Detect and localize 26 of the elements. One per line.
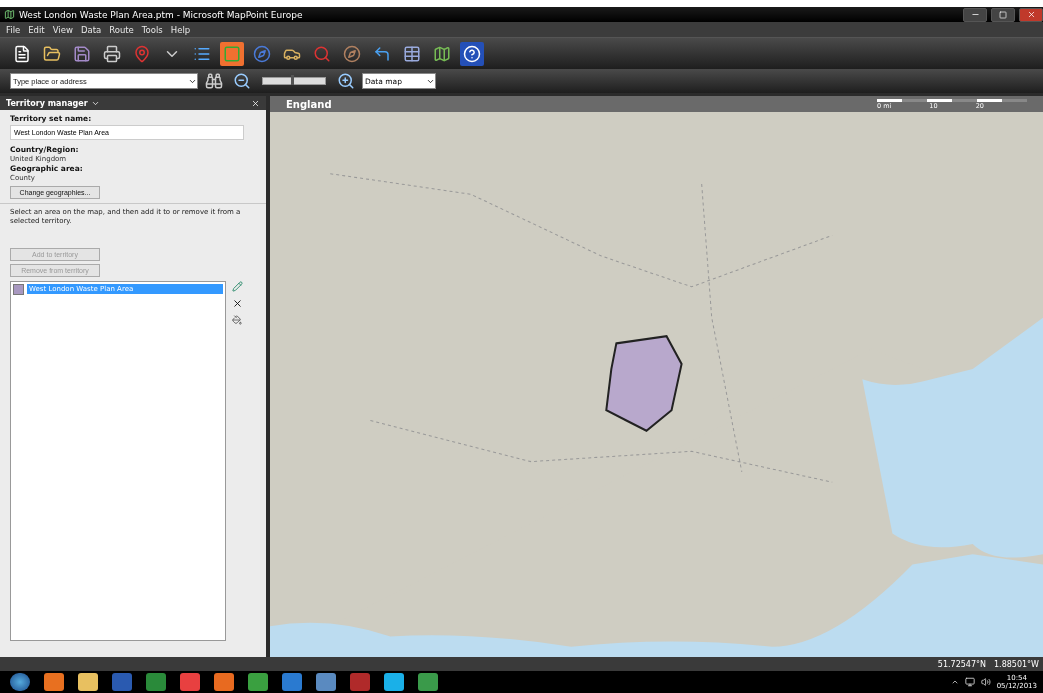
map-title: England: [286, 98, 332, 110]
paint-bucket-icon[interactable]: [232, 314, 242, 325]
window-title: West London Waste Plan Area.ptm - Microsoft MapPoint Europe: [19, 9, 304, 20]
zoom-slider[interactable]: [262, 77, 326, 85]
latitude-text: 51.72547°N: [937, 659, 986, 669]
close-icon[interactable]: [251, 98, 260, 108]
maximize-button[interactable]: [991, 7, 1015, 22]
pencil-icon[interactable]: [232, 280, 243, 292]
close-button[interactable]: [1019, 7, 1043, 22]
start-button[interactable]: [10, 673, 30, 691]
menu-item[interactable]: Help: [170, 24, 191, 35]
menu-item[interactable]: Data: [80, 24, 102, 35]
maximize-icon: [999, 10, 1007, 19]
close-icon: [1026, 10, 1036, 19]
volume-icon[interactable]: [980, 677, 991, 687]
app-icon: [4, 9, 15, 20]
menu-item[interactable]: Tools: [141, 24, 163, 35]
menu-item[interactable]: View: [52, 24, 73, 35]
delete-icon[interactable]: [232, 297, 243, 309]
tray-expand-icon[interactable]: [950, 678, 959, 686]
menu-item[interactable]: File: [6, 24, 21, 35]
zoom-slider-thumb[interactable]: [290, 75, 294, 85]
menu-item[interactable]: Route: [109, 24, 134, 35]
menu-item[interactable]: Edit: [28, 24, 45, 35]
help-icon[interactable]: [460, 41, 484, 66]
longitude-text: 1.88501°W: [994, 659, 1039, 669]
